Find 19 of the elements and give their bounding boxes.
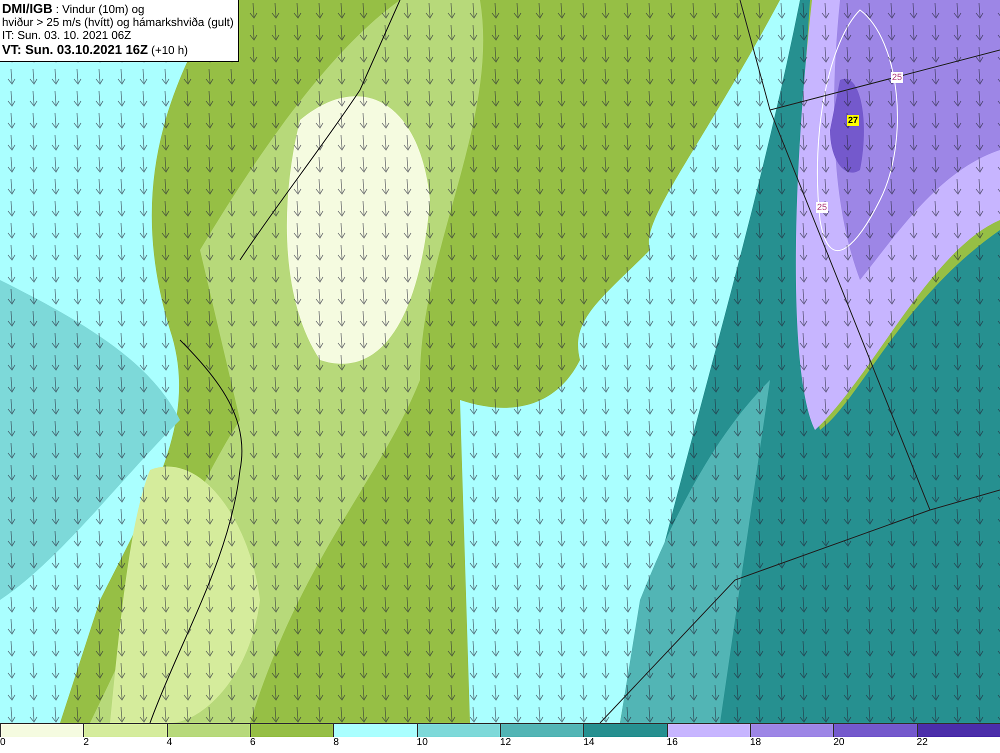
legend-tick-label: 2 <box>83 737 89 749</box>
legend-tick-label: 6 <box>250 737 256 749</box>
legend-tick-label: 4 <box>166 737 172 749</box>
legend-tick-label: 20 <box>833 737 844 749</box>
legend-tick-label: 10 <box>416 737 428 749</box>
header-line: VT: Sun. 03.10.2021 16Z (+10 h) <box>2 43 189 58</box>
legend-tick-label: 0 <box>0 737 6 749</box>
header-line: IT: Sun. 03. 10. 2021 06Z <box>2 30 132 43</box>
gust-contour-label: 25 <box>816 202 828 213</box>
legend-tick-label: 12 <box>500 737 512 749</box>
legend-tick-label: 8 <box>333 737 339 749</box>
legend-tick-label: 14 <box>583 737 594 749</box>
legend-tick-label: 22 <box>916 737 928 749</box>
legend-tick-label: 18 <box>750 737 762 749</box>
legend-tick-label: 16 <box>666 737 678 749</box>
header-line: DMI/IGB : Vindur (10m) og <box>2 2 146 17</box>
max-gust-label: 27 <box>847 115 860 126</box>
header-line: hviður > 25 m/s (hvítt) og hámarkshviða (gult) <box>2 17 234 30</box>
gust-contour-label: 25 <box>891 72 904 83</box>
